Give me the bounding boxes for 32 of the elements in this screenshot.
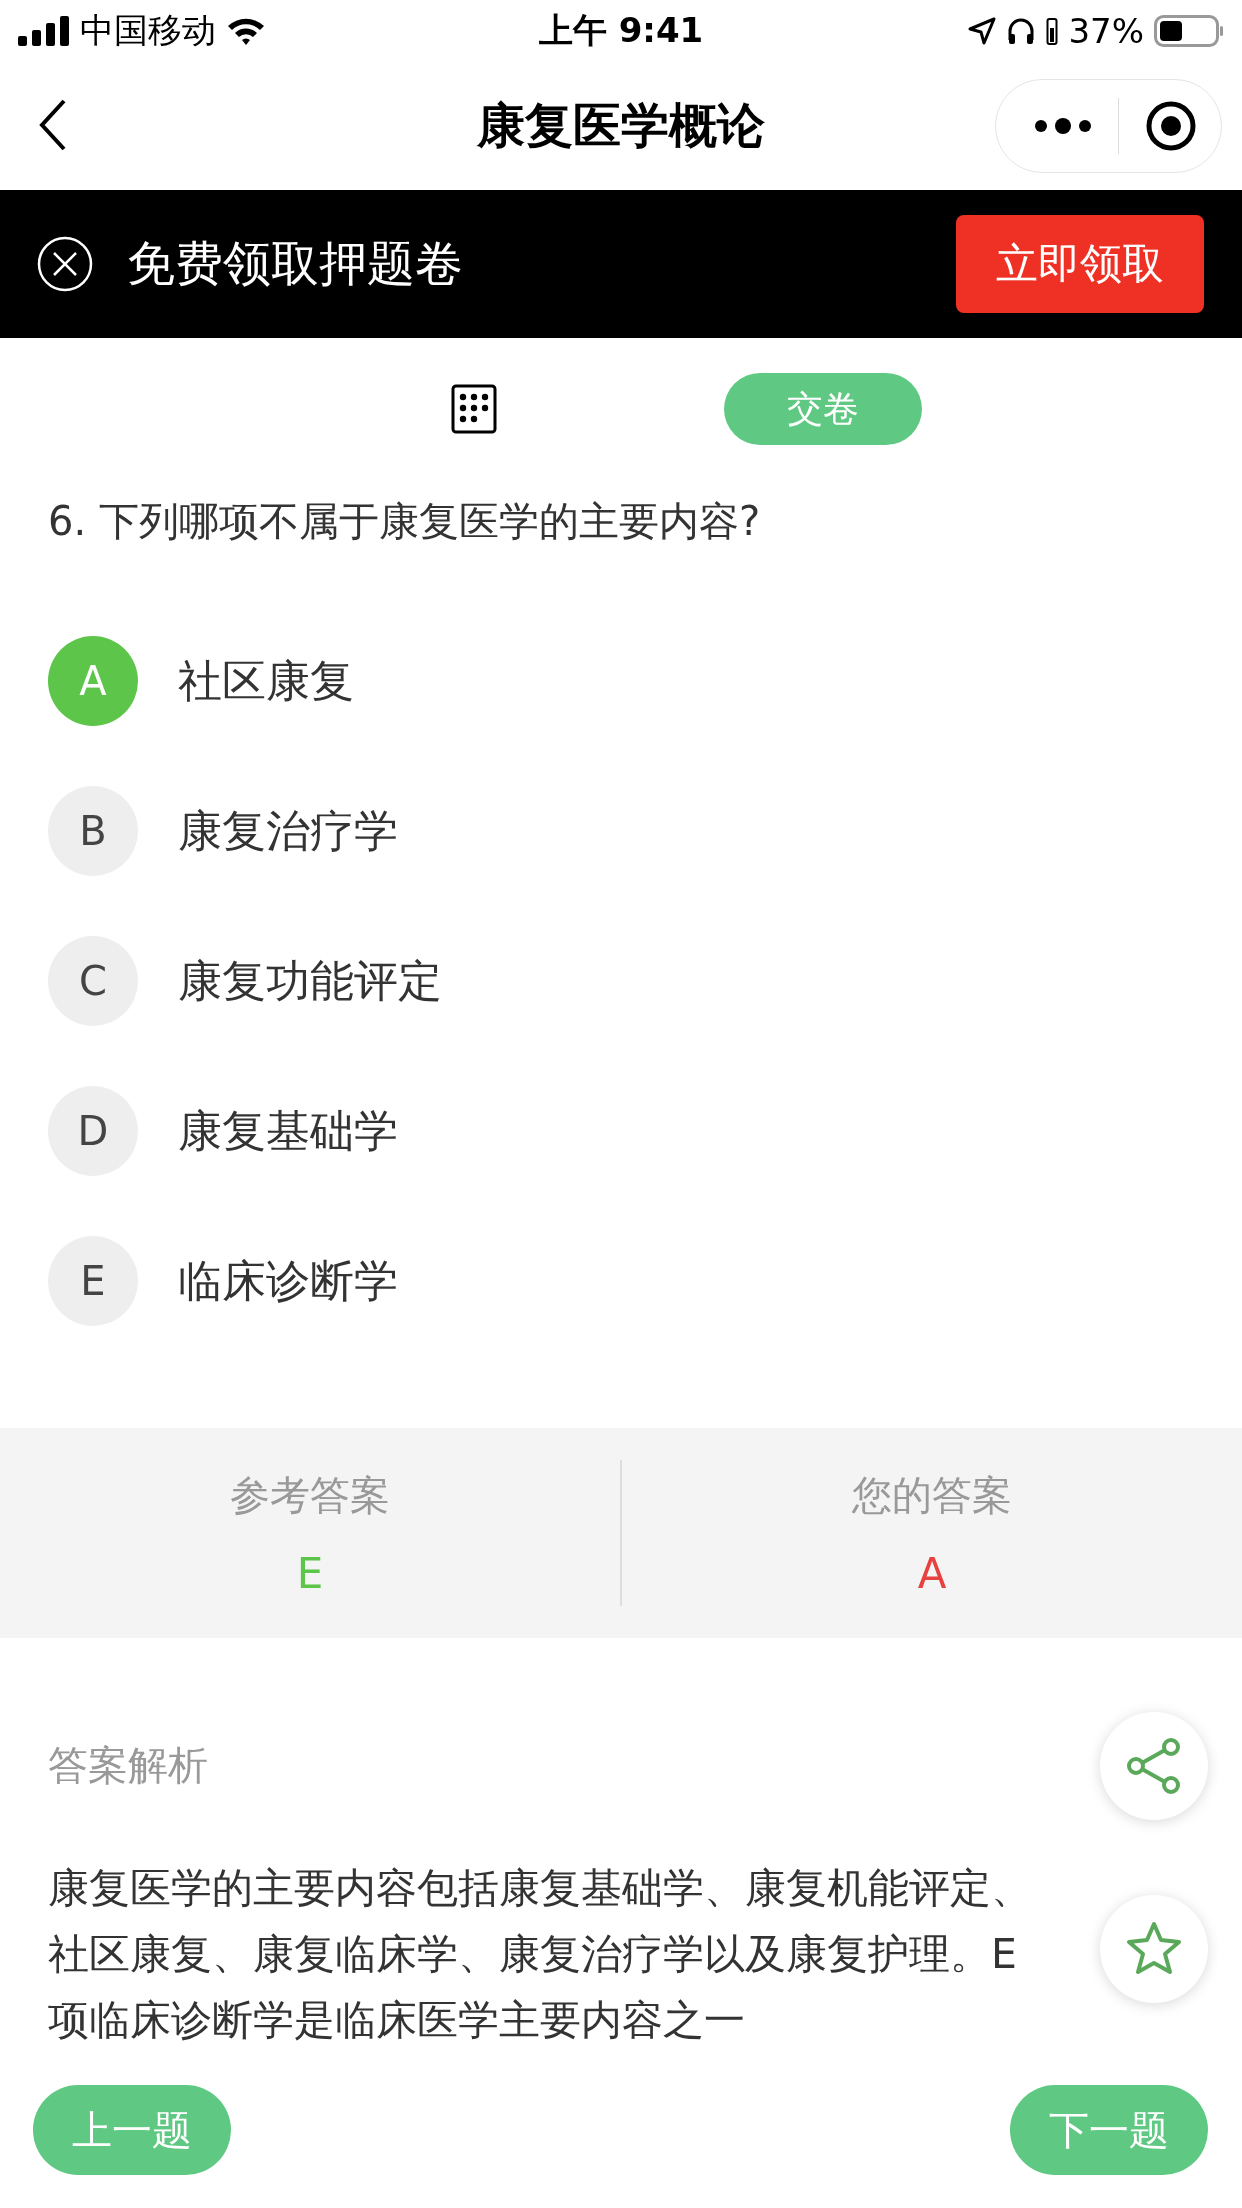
- status-time: 上午 9:41: [538, 9, 704, 52]
- carrier-name: 中国移动: [80, 9, 216, 52]
- battery-small-icon: [1046, 16, 1059, 46]
- headphones-icon: [1006, 16, 1037, 46]
- more-icon[interactable]: [1034, 117, 1092, 135]
- option-letter[interactable]: D: [48, 1086, 138, 1176]
- answer-label: 参考答案: [230, 1471, 390, 1520]
- option-letter[interactable]: E: [48, 1236, 138, 1326]
- question-text: 6. 下列哪项不属于康复医学的主要内容?: [47, 497, 762, 546]
- analysis-heading: 答案解析: [48, 1741, 208, 1790]
- signal-icon: [18, 16, 70, 46]
- battery-percent: 37%: [1068, 11, 1144, 51]
- close-icon[interactable]: [37, 236, 93, 292]
- option-text[interactable]: 社区康复: [178, 651, 354, 711]
- option-letter[interactable]: B: [48, 786, 138, 876]
- battery-icon: [1154, 15, 1224, 47]
- location-icon: [968, 17, 997, 45]
- answer-label: 您的答案: [852, 1471, 1012, 1520]
- option-text[interactable]: 康复基础学: [178, 1101, 398, 1161]
- option-text[interactable]: 康复治疗学: [178, 801, 398, 861]
- option-text[interactable]: 康复功能评定: [178, 951, 442, 1011]
- page-title: 康复医学概论: [477, 96, 765, 155]
- wifi-icon: [226, 16, 266, 46]
- answer-value: E: [296, 1549, 324, 1598]
- analysis-text: 康复医学的主要内容包括康复基础学、康复机能评定、社区康复、康复临床学、康复治疗学以及康复护理。E项临床诊断学是临床医学主要内容之一: [48, 1863, 1033, 2046]
- claim-button[interactable]: 立即领取: [956, 215, 1204, 313]
- target-icon[interactable]: [1145, 100, 1197, 152]
- grid-icon[interactable]: [451, 384, 497, 434]
- answer-value: A: [917, 1549, 947, 1598]
- promo-text: 免费领取押题卷: [127, 234, 463, 293]
- option-letter[interactable]: C: [48, 936, 138, 1026]
- option-text[interactable]: 临床诊断学: [178, 1251, 398, 1311]
